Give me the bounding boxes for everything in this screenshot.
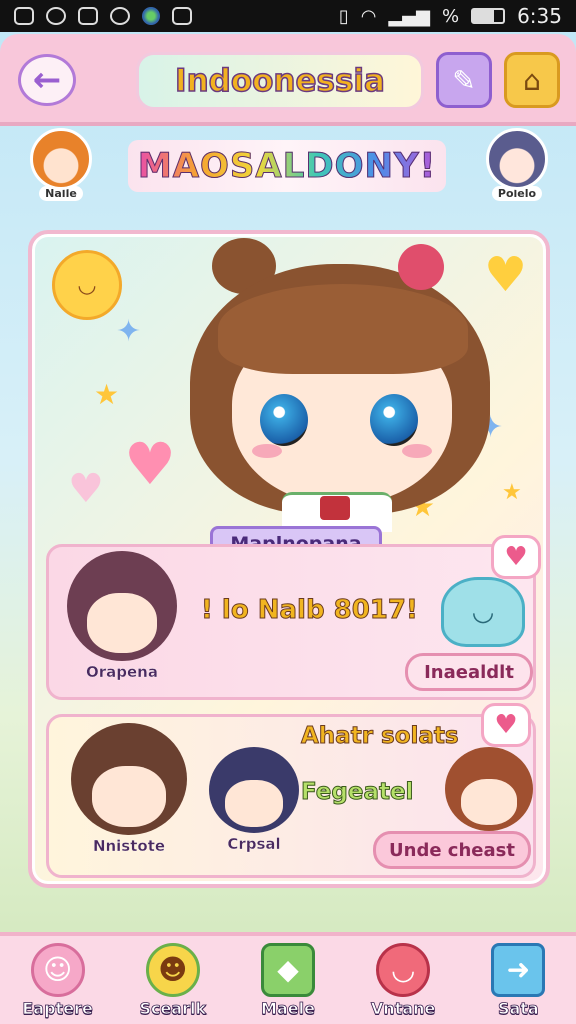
star-icon: ★ — [502, 480, 522, 505]
avatar — [67, 551, 177, 661]
ribbon-tie — [320, 496, 350, 520]
hero-character[interactable] — [182, 238, 502, 534]
nav-label: Scearlk — [139, 998, 207, 1018]
ghost-mascot-icon: ◡ — [441, 577, 525, 647]
nav-item-vntane[interactable]: ◡ Vntane — [353, 942, 453, 1018]
card-2-action-button[interactable]: Unde cheast — [373, 831, 531, 869]
heart-bubble-icon: ♥ — [481, 703, 531, 747]
character-scout-icon: ☻ — [145, 942, 200, 997]
sparkle-icon: ✦ — [116, 314, 142, 349]
banner-title: MAOSALDONY! — [137, 146, 437, 187]
hair-bow — [398, 244, 444, 290]
clock: 6:35 — [517, 4, 562, 28]
app-icon — [46, 7, 66, 25]
nav-item-explore[interactable]: ☺ Eaptere — [8, 942, 108, 1018]
girl-avatar-icon: ☺ — [30, 942, 85, 997]
notification-icon — [14, 7, 34, 25]
dialogue-line-1: Ahatr solats — [301, 723, 460, 750]
nav-item-search[interactable]: ☻ Scearlk — [123, 942, 223, 1018]
dialogue-message: ! lo Nalb 8017! — [201, 595, 419, 626]
character-orapena[interactable]: Orapena — [67, 551, 177, 681]
main-panel: ◡ ♥ ♥ ♥ ✦ ★ ✦ ★ ★ ★ Maplnopana Orapena !… — [28, 230, 550, 888]
game-banner: MAOSALDONY! — [128, 140, 446, 192]
bangs — [218, 284, 468, 374]
page-title: Indoonessia — [136, 52, 424, 110]
character-label: Crpsal — [227, 835, 281, 853]
game-app-icon — [142, 7, 160, 25]
avatar — [209, 747, 299, 833]
vibrate-icon: ▯ — [338, 5, 349, 27]
nav-label: Maele — [261, 998, 316, 1018]
nav-label: Vntane — [370, 998, 436, 1018]
bottom-nav: ☺ Eaptere ☻ Scearlk ◆ Maele ◡ Vntane ➜ S… — [0, 932, 576, 1024]
signal-icon: ▂▄▆ — [388, 5, 430, 27]
character-label: Orapena — [86, 663, 158, 681]
status-bar: ▯ ◠ ▂▄▆ % 6:35 — [0, 0, 576, 32]
avatar — [486, 128, 548, 190]
shield-icon — [172, 7, 192, 25]
character-crpsal[interactable]: Crpsal — [209, 747, 299, 853]
brush-icon: ✎ — [452, 63, 476, 97]
blush — [252, 444, 282, 458]
nav-label: Sata — [497, 998, 540, 1018]
avatar — [30, 128, 92, 190]
home-button[interactable]: ⌂ — [504, 52, 560, 108]
pink-heart-icon: ♥ — [124, 430, 176, 498]
wifi-icon: ◠ — [360, 5, 377, 27]
character-nnistote[interactable]: Nnistote — [71, 723, 187, 855]
back-button[interactable]: ← — [18, 54, 76, 106]
chat-bubble-icon: ◡ — [376, 942, 431, 997]
character-label: Nnistote — [92, 837, 166, 855]
avatar — [445, 747, 533, 831]
signal-percent-text: % — [441, 5, 460, 27]
status-right-icons: ▯ ◠ ▂▄▆ % 6:35 — [339, 4, 562, 28]
nav-item-maele[interactable]: ◆ Maele — [238, 942, 338, 1018]
battery-icon — [471, 8, 506, 24]
green-gem-icon: ◆ — [260, 942, 315, 997]
dialogue-line-2: Fegeatel — [300, 779, 414, 806]
home-icon: ⌂ — [523, 63, 541, 97]
dialogue-card-2: Nnistote Crpsal Ahatr solats Fegeatel ♥ … — [46, 703, 536, 878]
left-avatar[interactable]: Nalle — [16, 128, 106, 216]
save-arrow-icon: ➜ — [491, 942, 546, 997]
edit-button[interactable]: ✎ — [436, 52, 492, 108]
right-avatar[interactable]: Polelo — [472, 128, 562, 216]
right-eye — [370, 394, 418, 446]
nav-label: Eaptere — [22, 998, 93, 1018]
nav-item-sata[interactable]: ➜ Sata — [468, 942, 568, 1018]
message-icon — [78, 7, 98, 25]
heart-bubble-icon: ♥ — [491, 535, 541, 579]
left-eye — [260, 394, 308, 446]
sun-icon: ◡ — [52, 250, 122, 320]
sync-icon — [110, 7, 130, 25]
light-heart-icon: ♥ — [68, 466, 104, 512]
dialogue-card-1: Orapena ! lo Nalb 8017! ◡ ♥ Inaealdlt — [46, 535, 541, 700]
star-icon: ★ — [94, 378, 120, 411]
header-bar: ← Indoonessia ✎ ⌂ — [0, 34, 576, 126]
card-1-action-button[interactable]: Inaealdlt — [405, 653, 533, 691]
character-right[interactable] — [445, 747, 533, 831]
avatar — [71, 723, 187, 835]
status-left-icons — [14, 7, 192, 25]
back-arrow-icon: ← — [32, 60, 62, 100]
blush — [402, 444, 432, 458]
